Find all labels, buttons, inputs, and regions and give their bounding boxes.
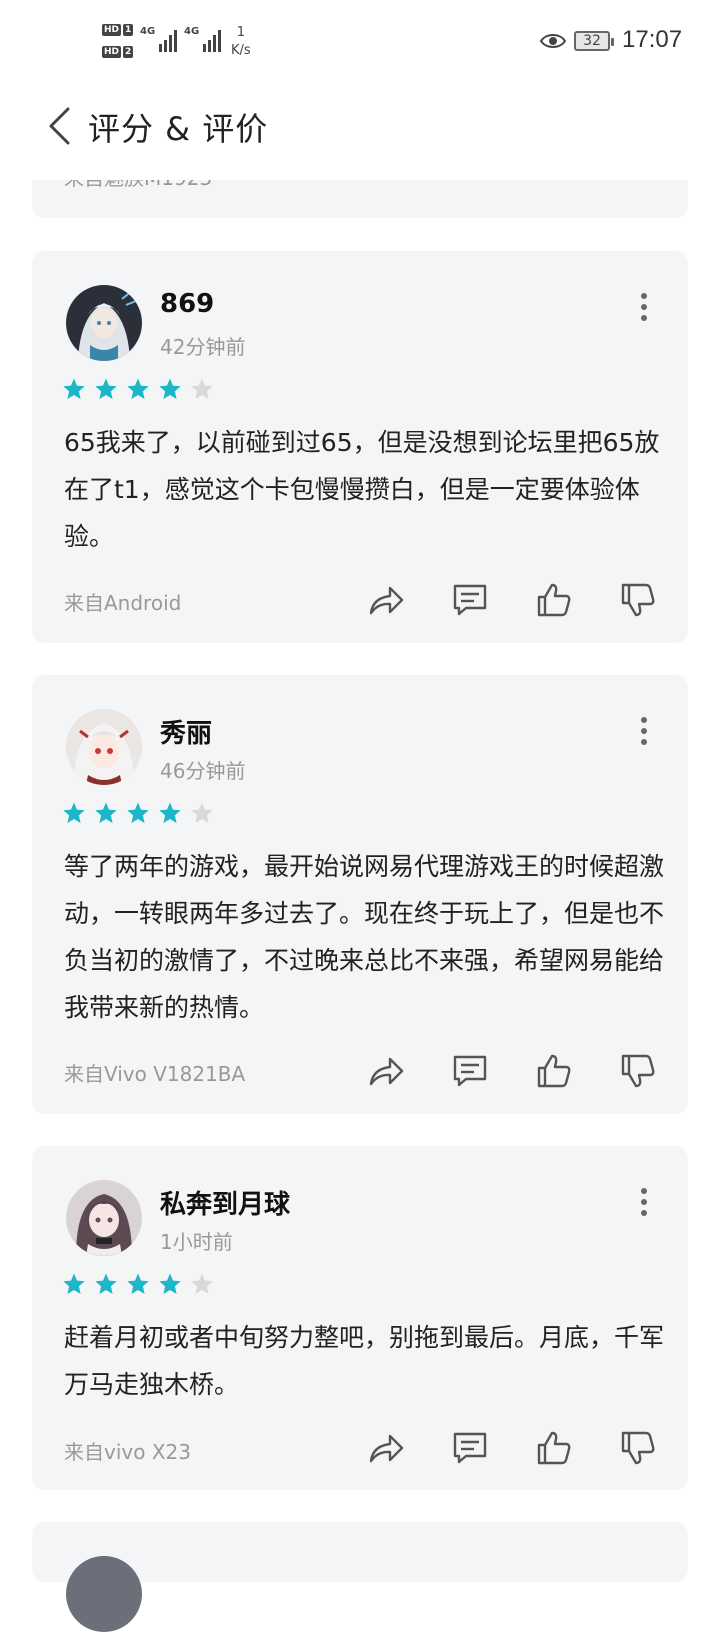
battery-icon: 32 bbox=[574, 31, 614, 51]
avatar bbox=[66, 1556, 142, 1632]
page-title: 评分 & 评价 bbox=[88, 110, 269, 148]
star-rating bbox=[62, 801, 214, 825]
review-source: 来自vivo X23 bbox=[64, 1440, 191, 1464]
share-icon[interactable] bbox=[366, 580, 406, 620]
star-filled-icon bbox=[63, 378, 85, 399]
more-options-icon[interactable] bbox=[634, 293, 654, 323]
thumbs-up-icon[interactable] bbox=[534, 1428, 574, 1468]
comment-icon[interactable] bbox=[450, 1051, 490, 1091]
avatar[interactable] bbox=[66, 285, 142, 361]
review-actions bbox=[366, 1051, 658, 1091]
review-time: 1小时前 bbox=[160, 1230, 233, 1254]
star-filled-icon bbox=[63, 802, 85, 823]
star-rating bbox=[62, 1272, 214, 1296]
star-filled-icon bbox=[127, 1273, 149, 1294]
star-empty-icon bbox=[191, 1273, 213, 1294]
star-filled-icon bbox=[127, 378, 149, 399]
thumbs-down-icon[interactable] bbox=[618, 580, 658, 620]
star-filled-icon bbox=[159, 802, 181, 823]
review-source: 来自Vivo V1821BA bbox=[64, 1062, 246, 1086]
star-empty-icon bbox=[191, 802, 213, 823]
review-actions bbox=[366, 1428, 658, 1468]
back-arrow-icon[interactable] bbox=[46, 106, 74, 146]
star-rating bbox=[62, 377, 214, 401]
username: 869 bbox=[160, 289, 215, 319]
star-filled-icon bbox=[159, 1273, 181, 1294]
review-text: 65我来了，以前碰到过65，但是没想到论坛里把65放在了t1，感觉这个卡包慢慢攒… bbox=[64, 428, 660, 551]
thumbs-down-icon[interactable] bbox=[618, 1428, 658, 1468]
star-filled-icon bbox=[159, 378, 181, 399]
eye-comfort-icon bbox=[540, 34, 566, 48]
star-filled-icon bbox=[95, 1273, 117, 1294]
username: 秀丽 bbox=[160, 719, 213, 749]
share-icon[interactable] bbox=[366, 1428, 406, 1468]
more-options-icon[interactable] bbox=[634, 717, 654, 747]
signal-icon-2: 4G bbox=[184, 26, 222, 52]
share-icon[interactable] bbox=[366, 1051, 406, 1091]
app-header: 评分 & 评价 bbox=[0, 84, 720, 180]
review-card: 869 42分钟前 65我来了，以前碰到过65，但是没想到论坛里把65放在了t1… bbox=[32, 251, 688, 643]
review-time: 46分钟前 bbox=[160, 759, 246, 783]
star-empty-icon bbox=[191, 378, 213, 399]
star-filled-icon bbox=[63, 1273, 85, 1294]
clock: 17:07 bbox=[622, 26, 683, 53]
comment-icon[interactable] bbox=[450, 1428, 490, 1468]
thumbs-up-icon[interactable] bbox=[534, 580, 574, 620]
review-time: 42分钟前 bbox=[160, 335, 246, 359]
review-text: 赶着月初或者中旬努力整吧，别拖到最后。月底，千军万马走独木桥。 bbox=[64, 1323, 665, 1399]
thumbs-down-icon[interactable] bbox=[618, 1051, 658, 1091]
avatar[interactable] bbox=[66, 1180, 142, 1256]
review-source: 来自Android bbox=[64, 591, 182, 615]
comment-icon[interactable] bbox=[450, 580, 490, 620]
star-filled-icon bbox=[95, 802, 117, 823]
more-options-icon[interactable] bbox=[634, 1188, 654, 1218]
thumbs-up-icon[interactable] bbox=[534, 1051, 574, 1091]
network-speed: 1 K/s bbox=[231, 25, 251, 58]
status-bar: HD 1 HD 2 4G 4G 1 K/s 32 17:07 bbox=[0, 0, 720, 84]
hd-voice-icon-1: HD 1 bbox=[102, 24, 134, 36]
hd-voice-icon-2: HD 2 bbox=[102, 46, 134, 58]
star-filled-icon bbox=[95, 378, 117, 399]
review-text: 等了两年的游戏，最开始说网易代理游戏王的时候超激动，一转眼两年多过去了。现在终于… bbox=[64, 852, 665, 1022]
review-card: 私奔到月球 1小时前 赶着月初或者中旬努力整吧，别拖到最后。月底，千军万马走独木… bbox=[32, 1146, 688, 1490]
signal-icon-1: 4G bbox=[140, 26, 178, 52]
review-card-partial bbox=[32, 1522, 688, 1632]
review-actions bbox=[366, 580, 658, 620]
review-card: 秀丽 46分钟前 等了两年的游戏，最开始说网易代理游戏王的时候超激动，一转眼两年… bbox=[32, 675, 688, 1114]
username: 私奔到月球 bbox=[160, 1190, 291, 1220]
star-filled-icon bbox=[127, 802, 149, 823]
avatar[interactable] bbox=[66, 709, 142, 785]
